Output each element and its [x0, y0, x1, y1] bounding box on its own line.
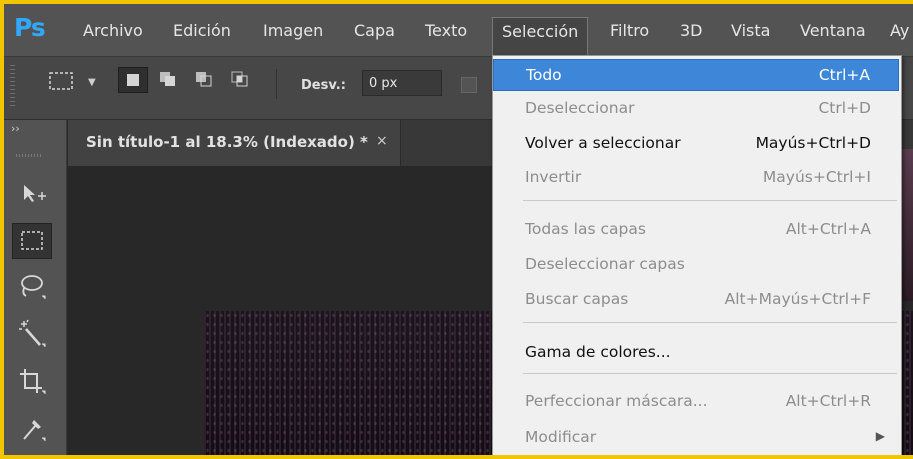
photoshop-logo: Ps — [14, 13, 46, 42]
tools-panel: ›› — [4, 120, 67, 455]
submenu-arrow-icon: ▶ — [875, 429, 885, 443]
new-selection-button[interactable] — [118, 67, 148, 93]
menu-item-buscar-capas[interactable]: Buscar capas Alt+Mayús+Ctrl+F — [493, 284, 899, 316]
menu-item-shortcut: Ctrl+A — [818, 66, 870, 84]
menu-ventana[interactable]: Ventana — [800, 21, 866, 40]
menu-item-deseleccionar[interactable]: Deseleccionar Ctrl+D — [493, 93, 899, 125]
collapse-panel-icon[interactable]: ›› — [11, 122, 20, 135]
subtract-from-selection-button[interactable] — [190, 67, 220, 93]
move-tool-button[interactable] — [12, 176, 52, 212]
feather-label: Desv.: — [301, 78, 346, 93]
lasso-tool-icon — [21, 275, 46, 299]
eyedropper-icon — [23, 420, 46, 441]
menu-imagen[interactable]: Imagen — [263, 21, 323, 40]
selection-menu: Todo Ctrl+A Deseleccionar Ctrl+D Volver … — [492, 55, 902, 455]
menu-item-label: Buscar capas — [525, 290, 629, 308]
document-tab[interactable]: Sin título-1 al 18.3% (Indexado) * × — [68, 120, 401, 166]
eyedropper-button[interactable] — [12, 411, 52, 447]
menu-item-label: Todo — [526, 66, 562, 84]
menu-item-label: Invertir — [525, 168, 582, 186]
menu-item-label: Volver a seleccionar — [525, 134, 681, 152]
menu-capa[interactable]: Capa — [354, 21, 395, 40]
intersect-selection-button[interactable] — [226, 67, 256, 93]
menu-item-label: Gama de colores... — [525, 343, 671, 361]
menu-item-invertir[interactable]: Invertir Mayús+Ctrl+I — [493, 162, 899, 194]
menu-item-shortcut: Ctrl+D — [818, 99, 871, 117]
add-selection-icon — [160, 72, 175, 86]
close-icon[interactable]: × — [376, 133, 388, 149]
menu-divider — [523, 200, 897, 201]
magic-wand-button[interactable] — [12, 317, 52, 353]
menu-divider — [523, 373, 897, 374]
menu-item-label: Perfeccionar máscara... — [525, 392, 708, 410]
tool-preset-dropdown-icon[interactable]: ▼ — [88, 77, 96, 88]
anti-alias-checkbox[interactable] — [461, 77, 477, 93]
app-window: Ps Archivo Edición Imagen Capa Texto Sel… — [0, 0, 913, 459]
options-bar-grip[interactable] — [10, 65, 15, 109]
magic-wand-icon — [19, 319, 46, 347]
menu-bar: Ps Archivo Edición Imagen Capa Texto Sel… — [4, 4, 913, 57]
menu-item-volver-a-seleccionar[interactable]: Volver a seleccionar Mayús+Ctrl+D — [493, 128, 899, 160]
add-to-selection-button[interactable] — [154, 67, 184, 93]
menu-texto[interactable]: Texto — [425, 21, 467, 40]
menu-ayuda[interactable]: Ay — [890, 21, 909, 40]
menu-archivo[interactable]: Archivo — [83, 21, 143, 40]
menu-item-modificar[interactable]: Modificar ▶ — [493, 422, 899, 454]
options-separator — [276, 69, 277, 99]
menu-item-deseleccionar-capas[interactable]: Deseleccionar capas — [493, 249, 899, 281]
menu-item-shortcut: Mayús+Ctrl+I — [762, 168, 871, 186]
menu-item-label: Deseleccionar — [525, 99, 635, 117]
menu-item-gama-de-colores[interactable]: Gama de colores... — [493, 337, 899, 369]
menu-3d[interactable]: 3D — [680, 21, 703, 40]
menu-seleccion[interactable]: Selección — [492, 17, 589, 55]
menu-item-shortcut: Mayús+Ctrl+D — [755, 134, 871, 152]
feather-input[interactable]: 0 px — [362, 70, 442, 96]
rectangular-marquee-icon[interactable] — [48, 71, 74, 91]
subtract-selection-icon — [196, 72, 212, 87]
menu-item-shortcut: Alt+Ctrl+R — [785, 392, 871, 410]
menu-item-label: Modificar — [525, 428, 597, 446]
crop-tool-button[interactable] — [12, 364, 52, 400]
menu-item-todas-las-capas[interactable]: Todas las capas Alt+Ctrl+A — [493, 214, 899, 246]
menu-item-label: Deseleccionar capas — [525, 255, 685, 273]
menu-vista[interactable]: Vista — [731, 21, 770, 40]
marquee-tool-icon — [21, 231, 43, 250]
document-tab-title: Sin título-1 al 18.3% (Indexado) * — [86, 133, 368, 151]
tools-panel-grip[interactable] — [16, 154, 42, 157]
menu-filtro[interactable]: Filtro — [610, 21, 649, 40]
lasso-tool-button[interactable] — [12, 270, 52, 306]
menu-item-perfeccionar-mascara[interactable]: Perfeccionar máscara... Alt+Ctrl+R — [493, 386, 899, 418]
intersect-selection-icon — [231, 71, 248, 87]
marquee-tool-button[interactable] — [12, 223, 52, 259]
menu-item-label: Todas las capas — [525, 220, 646, 238]
menu-item-shortcut: Alt+Ctrl+A — [785, 220, 871, 238]
new-selection-icon — [127, 74, 139, 86]
menu-edicion[interactable]: Edición — [173, 21, 231, 40]
menu-item-todo[interactable]: Todo Ctrl+A — [493, 59, 899, 91]
menu-divider — [523, 322, 897, 323]
move-tool-icon — [24, 185, 46, 202]
crop-tool-icon — [20, 369, 46, 394]
menu-item-shortcut: Alt+Mayús+Ctrl+F — [724, 290, 871, 308]
